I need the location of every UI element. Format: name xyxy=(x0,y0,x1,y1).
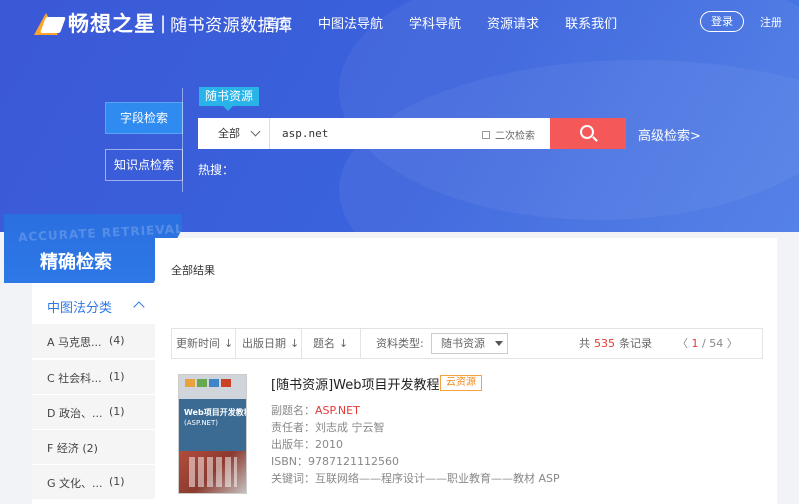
total-prefix: 共 xyxy=(579,337,590,350)
type-value: 随书资源 xyxy=(441,337,485,350)
scope-value: 全部 xyxy=(218,127,240,140)
category-count: (1) xyxy=(109,370,125,383)
book-cover[interactable]: Web项目开发教程 (ASP.NET) xyxy=(178,374,247,494)
meta-keywords: 关键词：互联网络——程序设计——职业教育——教材 ASP xyxy=(271,470,560,486)
register-link[interactable]: 注册 xyxy=(760,14,782,30)
cloud-resource-badge: 云资源 xyxy=(440,375,482,391)
logo-icon xyxy=(34,10,66,36)
category-item[interactable]: C 社会科... (1) xyxy=(32,360,155,395)
pager: 〈 1 / 54 〉 xyxy=(677,329,738,358)
hot-search-label: 热搜： xyxy=(198,163,235,177)
type-label: 资料类型: xyxy=(376,337,424,350)
meta-subtitle: 副题名：ASP.NET xyxy=(271,402,360,418)
sort-down-icon: ↓ xyxy=(290,337,300,350)
brand-name: 畅想之星 xyxy=(68,12,156,36)
main-nav: 首页 中图法导航 学科导航 资源请求 联系我们 xyxy=(266,13,643,32)
nav-home[interactable]: 首页 xyxy=(266,13,292,32)
logo[interactable]: 畅想之星 | 随书资源数据库 xyxy=(34,8,293,38)
divider xyxy=(301,329,302,358)
total-suffix: 条记录 xyxy=(619,337,652,350)
category-count: (1) xyxy=(109,405,125,418)
category-count: (1) xyxy=(109,475,125,488)
type-select[interactable]: 随书资源 xyxy=(431,333,508,354)
search-box: 全部 二次检索 xyxy=(198,118,550,149)
hero-banner: 畅想之星 | 随书资源数据库 首页 中图法导航 学科导航 资源请求 联系我们 登… xyxy=(0,0,799,232)
results-panel xyxy=(155,238,777,504)
sort-label: 题名 xyxy=(313,337,335,350)
tab-knowledge-search[interactable]: 知识点检索 xyxy=(105,149,183,181)
meta-label: 出版年： xyxy=(271,438,315,451)
category-name: D 政治、... xyxy=(47,407,103,420)
sort-down-icon: ↓ xyxy=(224,337,234,350)
precise-search-title: 精确检索 xyxy=(40,252,112,273)
nav-contact[interactable]: 联系我们 xyxy=(565,13,617,32)
meta-value: 2010 xyxy=(315,438,343,451)
total-pages: 54 xyxy=(709,337,724,350)
divider xyxy=(182,88,183,192)
sort-label: 出版日期 xyxy=(242,337,286,350)
prev-page-icon[interactable]: 〈 xyxy=(677,337,688,350)
category-item[interactable]: A 马克思... (4) xyxy=(32,324,155,359)
meta-value: 互联网络——程序设计——职业教育——教材 ASP xyxy=(315,472,560,485)
second-search-option[interactable]: 二次检索 xyxy=(482,127,535,142)
sort-label: 更新时间 xyxy=(176,337,220,350)
advanced-search-link[interactable]: 高级检索> xyxy=(638,125,701,144)
cover-subtitle: (ASP.NET) xyxy=(184,419,218,427)
total-records: 共 535 条记录 xyxy=(579,329,652,358)
meta-label: 副题名： xyxy=(271,404,315,417)
nav-subject[interactable]: 学科导航 xyxy=(409,13,461,32)
sort-updated[interactable]: 更新时间 ↓ xyxy=(176,329,233,358)
brand-separator: | xyxy=(160,12,167,34)
nav-request[interactable]: 资源请求 xyxy=(487,13,539,32)
sort-title[interactable]: 题名 ↓ xyxy=(313,329,348,358)
search-button[interactable] xyxy=(550,118,626,149)
meta-year: 出版年：2010 xyxy=(271,436,343,452)
category-item[interactable]: F 经济 (2) xyxy=(32,430,155,465)
category-name: A 马克思... xyxy=(47,336,102,349)
result-title[interactable]: [随书资源]Web项目开发教程 xyxy=(271,374,440,393)
meta-author: 责任者：刘志成 宁云智 xyxy=(271,419,385,435)
divider xyxy=(235,329,236,358)
page-separator: / xyxy=(702,337,706,350)
clc-section-title: 中图法分类 xyxy=(47,301,113,316)
cover-title: Web项目开发教程 xyxy=(184,408,247,417)
caret-down-icon xyxy=(495,341,503,346)
chevron-down-icon xyxy=(250,126,261,137)
meta-label: ISBN： xyxy=(271,455,309,468)
category-name: G 文化、... xyxy=(47,477,103,490)
total-count: 535 xyxy=(594,337,615,350)
resource-tag[interactable]: 随书资源 xyxy=(199,87,260,111)
category-item[interactable]: G 文化、... (1) xyxy=(32,465,155,500)
checkbox[interactable] xyxy=(482,130,490,139)
meta-label: 责任者： xyxy=(271,421,315,434)
next-page-icon[interactable]: 〉 xyxy=(727,337,738,350)
current-page: 1 xyxy=(691,337,699,350)
chevron-up-icon xyxy=(133,301,145,313)
meta-isbn: ISBN：9787121112560 xyxy=(271,453,399,469)
sort-pubdate[interactable]: 出版日期 ↓ xyxy=(242,329,299,358)
clc-section-header[interactable]: 中图法分类 xyxy=(32,290,155,322)
divider xyxy=(360,329,361,358)
meta-value: 9787121112560 xyxy=(308,455,399,468)
meta-value: 刘志成 宁云智 xyxy=(315,421,385,434)
nav-clc[interactable]: 中图法导航 xyxy=(318,13,383,32)
category-count: (4) xyxy=(109,334,125,347)
second-search-label: 二次检索 xyxy=(495,131,535,142)
search-icon-handle xyxy=(592,136,598,142)
sort-bar: 更新时间 ↓ 出版日期 ↓ 题名 ↓ 资料类型: 随书资源 共 535 条记录 〈 1 /… xyxy=(171,328,763,359)
category-name: C 社会科... xyxy=(47,372,102,385)
sort-down-icon: ↓ xyxy=(339,337,349,350)
tab-field-search[interactable]: 字段检索 xyxy=(105,102,183,134)
search-input[interactable] xyxy=(282,124,472,143)
all-results-label: 全部结果 xyxy=(171,264,215,277)
meta-value: ASP.NET xyxy=(315,404,360,417)
category-name: F 经济 (2) xyxy=(47,442,98,455)
login-button[interactable]: 登录 xyxy=(700,11,744,32)
meta-label: 关键词： xyxy=(271,472,315,485)
category-item[interactable]: D 政治、... (1) xyxy=(32,395,155,430)
scope-select[interactable]: 全部 xyxy=(198,118,270,149)
